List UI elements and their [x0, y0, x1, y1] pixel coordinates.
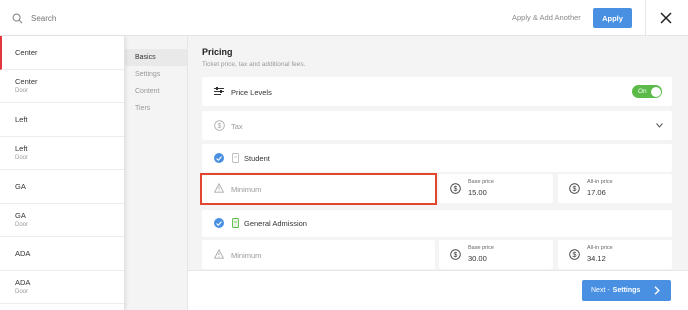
price-level-name: General Admission	[244, 219, 307, 228]
check-icon[interactable]	[214, 153, 224, 163]
minimum-field[interactable]: Minimum	[202, 240, 435, 269]
section-name: GA	[15, 211, 26, 221]
minimum-placeholder: Minimum	[231, 251, 262, 260]
list-item[interactable]: GA Door	[0, 204, 124, 237]
all-in-price-label: All-in price	[587, 245, 613, 251]
next-target: Settings	[612, 287, 641, 294]
price-level-name: Student	[244, 154, 270, 163]
tax-row[interactable]: $ Tax	[202, 111, 672, 140]
base-price-field[interactable]: $ Base price 15.00	[439, 174, 553, 203]
all-in-price-field[interactable]: $ All-in price 17.06	[558, 174, 672, 203]
dollar-icon: $	[569, 183, 580, 194]
dollar-icon: $	[569, 249, 580, 260]
all-in-price-field[interactable]: $ All-in price 34.12	[558, 240, 672, 269]
dollar-icon: $	[450, 183, 461, 194]
price-levels-row: Price Levels	[202, 77, 672, 106]
top-bar: Apply & Add Another Apply	[0, 0, 688, 36]
toggle-knob	[650, 86, 661, 97]
chevron-right-icon	[654, 286, 660, 295]
search-input[interactable]	[31, 13, 121, 23]
svg-text:$: $	[454, 186, 458, 193]
svg-text:$: $	[573, 252, 577, 259]
apply-button[interactable]: Apply	[593, 8, 632, 28]
next-label: Next -	[591, 287, 610, 294]
section-sub: Door	[15, 155, 29, 162]
section-name: GA	[15, 181, 26, 191]
search-icon	[12, 13, 23, 23]
base-price-label: Base price	[468, 245, 494, 251]
base-price-value: 30.00	[468, 254, 487, 263]
list-item[interactable]: Left Door	[0, 137, 124, 170]
app: Apply & Add Another Apply Center Center …	[0, 0, 688, 310]
all-in-price-label: All-in price	[587, 179, 613, 185]
section-sub: Door	[15, 289, 29, 296]
price-level-header: General Admission	[202, 210, 672, 237]
svg-text:$: $	[454, 252, 458, 259]
price-levels-label: Price Levels	[231, 88, 272, 97]
search-box[interactable]	[0, 0, 125, 36]
check-icon[interactable]	[214, 218, 224, 228]
base-price-field[interactable]: $ Base price 30.00	[439, 240, 553, 269]
all-in-price-value: 34.12	[587, 254, 606, 263]
section-name: ADA	[15, 278, 31, 288]
dollar-icon: $	[450, 249, 461, 260]
tax-label: Tax	[231, 122, 243, 131]
list-item[interactable]: Center Door	[0, 70, 124, 103]
list-item[interactable]: Center	[0, 36, 124, 70]
section-name: Center	[15, 47, 38, 57]
apply-and-add-another-button[interactable]: Apply & Add Another	[512, 13, 581, 22]
page-subtitle: Ticket price, tax and additional fees.	[202, 61, 306, 68]
base-price-value: 15.00	[468, 188, 487, 197]
section-sub: Door	[15, 222, 29, 229]
tab-basics[interactable]: Basics	[125, 49, 187, 66]
sliders-icon	[214, 87, 224, 95]
page-title: Pricing	[202, 47, 233, 57]
ticket-icon	[232, 218, 239, 228]
section-name: ADA	[15, 248, 31, 258]
section-name: Left	[15, 144, 28, 154]
list-item[interactable]: GA	[0, 170, 124, 204]
svg-text:$: $	[573, 186, 577, 193]
section-list: Center Center Door Left Left Door GA GA …	[0, 36, 125, 310]
divider	[645, 0, 646, 36]
section-name: Left	[15, 114, 28, 124]
warning-icon	[214, 249, 224, 259]
section-sub: Door	[15, 88, 29, 95]
base-price-label: Base price	[468, 179, 494, 185]
sub-navigation: Basics Settings Content Tiers	[125, 36, 188, 310]
list-item[interactable]: ADA	[0, 237, 124, 271]
all-in-price-value: 17.06	[587, 188, 606, 197]
highlight-box	[200, 173, 437, 205]
tab-content[interactable]: Content	[125, 83, 187, 100]
tab-tiers[interactable]: Tiers	[125, 100, 187, 117]
price-levels-toggle[interactable]: On	[632, 85, 662, 98]
close-icon[interactable]	[656, 8, 676, 28]
price-level-header: Student	[202, 144, 672, 172]
next-settings-button[interactable]: Next - Settings	[582, 280, 671, 301]
dollar-icon: $	[214, 120, 225, 131]
chevron-down-icon[interactable]	[656, 123, 663, 128]
list-item[interactable]: ADA Door	[0, 271, 124, 304]
section-name: Center	[15, 77, 38, 87]
ticket-icon	[232, 153, 239, 163]
toggle-label: On	[638, 87, 647, 95]
tab-settings[interactable]: Settings	[125, 66, 187, 83]
svg-text:$: $	[218, 123, 222, 130]
list-item[interactable]: Left	[0, 103, 124, 137]
